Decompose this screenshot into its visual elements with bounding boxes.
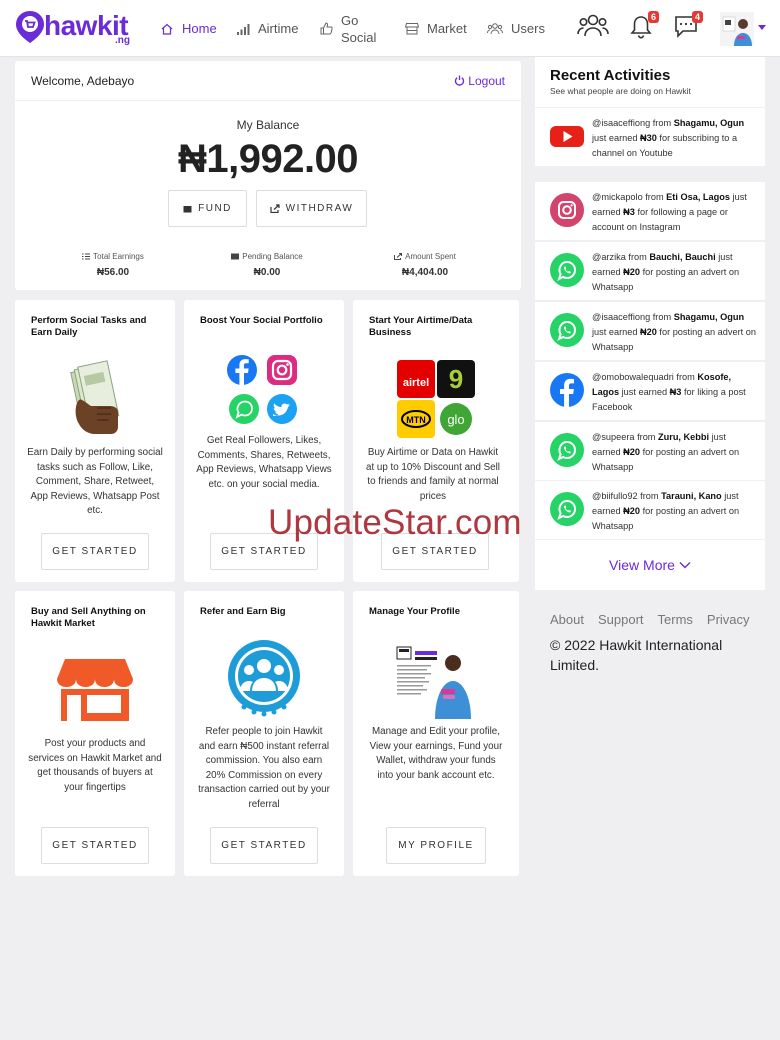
my-profile-button[interactable]: MY PROFILE xyxy=(386,827,486,864)
view-more-link[interactable]: View More xyxy=(535,540,765,590)
stat-total-earnings: Total Earnings ₦56.00 xyxy=(43,252,183,278)
activity-item: @isaaceffiong from Shagamu, Ogun just ea… xyxy=(535,302,765,360)
account-card: Welcome, Adebayo Logout My Balance ₦1,99… xyxy=(15,61,521,290)
share-icon xyxy=(394,253,403,260)
footer-link-about[interactable]: About xyxy=(550,612,584,627)
get-started-button[interactable]: GET STARTED xyxy=(210,827,318,864)
chevron-down-icon xyxy=(758,25,766,30)
home-icon xyxy=(161,23,173,35)
power-icon xyxy=(455,75,465,86)
messages-badge: 4 xyxy=(691,11,703,23)
footer-links: About Support Terms Privacy xyxy=(550,612,750,627)
task-title: Refer and Earn Big xyxy=(200,606,286,617)
stat-value: ₦4,404.00 xyxy=(401,267,449,278)
svg-text:airtel: airtel xyxy=(403,377,429,389)
activity-item: @mickapolo from Eti Osa, Lagos just earn… xyxy=(535,182,765,240)
logo-pin-icon xyxy=(16,11,44,43)
task-title: Start Your Airtime/Data Business xyxy=(369,315,473,338)
whatsapp-icon xyxy=(550,492,584,526)
money-hand-icon xyxy=(70,360,120,434)
task-card-market: Buy and Sell Anything on Hawkit Market P… xyxy=(15,591,175,876)
task-description: Buy Airtime or Data on Hawkit at up to 1… xyxy=(366,447,500,502)
get-started-button[interactable]: GET STARTED xyxy=(41,827,149,864)
activity-item: @biifullo92 from Tarauni, Kano just earn… xyxy=(535,481,765,539)
nav-go-social[interactable]: Go Social xyxy=(320,0,381,57)
wallet-icon xyxy=(231,253,240,260)
storefront-icon xyxy=(57,659,133,721)
facebook-icon xyxy=(550,373,584,407)
nav-airtime[interactable]: Airtime xyxy=(236,0,298,57)
footer-link-privacy[interactable]: Privacy xyxy=(707,612,750,627)
task-card-refer: Refer and Earn Big Refer people to join … xyxy=(184,591,344,876)
balance-amount: ₦1,992.00 xyxy=(177,137,359,181)
recent-activities-title: Recent Activities xyxy=(550,67,671,84)
logout-link[interactable]: Logout xyxy=(454,74,505,88)
signal-icon xyxy=(237,23,250,35)
whatsapp-icon xyxy=(550,253,584,287)
footer-link-support[interactable]: Support xyxy=(598,612,644,627)
activity-item: @arzika from Bauchi, Bauchi just earned … xyxy=(535,242,765,300)
instagram-icon xyxy=(550,193,584,227)
store-icon xyxy=(405,23,419,35)
referral-group-icon xyxy=(228,640,300,717)
nav-users[interactable]: Users xyxy=(487,0,545,57)
withdraw-button[interactable]: WITHDRAW xyxy=(256,190,367,227)
task-title: Buy and Sell Anything on Hawkit Market xyxy=(31,606,146,629)
youtube-icon xyxy=(550,126,584,147)
task-title: Boost Your Social Portfolio xyxy=(200,315,323,326)
stat-amount-spent: Amount Spent ₦4,404.00 xyxy=(355,252,495,278)
task-card-profile: Manage Your Profile Manage and Edit your… xyxy=(353,591,519,876)
nav-home[interactable]: Home xyxy=(160,0,217,57)
chevron-down-icon xyxy=(679,562,691,569)
task-description: Manage and Edit your profile, View your … xyxy=(369,726,503,781)
stat-pending-balance: Pending Balance ₦0.00 xyxy=(197,252,337,278)
logo-suffix: .ng xyxy=(115,35,130,46)
task-description: Earn Daily by performing social tasks su… xyxy=(27,447,163,516)
recent-activities-header: Recent Activities See what people are do… xyxy=(535,57,765,107)
balance-label: My Balance xyxy=(236,118,300,132)
svg-text:glo: glo xyxy=(447,412,464,427)
wallet-icon xyxy=(183,205,192,212)
activity-item: @isaaceffiong from Shagamu, Ogun just ea… xyxy=(535,108,765,166)
task-description: Refer people to join Hawkit and earn ₦50… xyxy=(198,726,330,810)
task-description: Post your products and services on Hawki… xyxy=(28,738,162,793)
footer-link-terms[interactable]: Terms xyxy=(658,612,693,627)
get-started-button[interactable]: GET STARTED xyxy=(41,533,149,570)
notifications-button[interactable]: 6 xyxy=(630,11,659,42)
community-button[interactable] xyxy=(577,12,609,40)
telecom-logos-icon: airtel 9 MTN glo xyxy=(397,360,475,438)
task-description: Get Real Followers, Likes, Comments, Sha… xyxy=(196,435,332,490)
profile-menu[interactable] xyxy=(720,12,768,46)
social-logos-icon xyxy=(227,355,297,424)
stat-value: ₦56.00 xyxy=(96,267,130,278)
welcome-text: Welcome, Adebayo xyxy=(31,73,135,88)
stat-value: ₦0.00 xyxy=(253,267,281,278)
share-icon xyxy=(270,204,280,213)
messages-button[interactable]: 4 xyxy=(674,11,703,42)
nav-market[interactable]: Market xyxy=(405,0,467,57)
svg-text:MTN: MTN xyxy=(406,415,426,425)
people-group-icon xyxy=(577,14,609,37)
hawkit-logo[interactable]: hawkit .ng xyxy=(14,10,134,46)
task-title: Perform Social Tasks and Earn Daily xyxy=(31,315,147,338)
task-title: Manage Your Profile xyxy=(369,606,460,617)
activity-item: @omobowalequadri from Kosofe, Lagos just… xyxy=(535,362,765,420)
welcome-row: Welcome, Adebayo Logout xyxy=(15,61,521,101)
fund-button[interactable]: FUND xyxy=(168,190,247,227)
whatsapp-icon xyxy=(550,313,584,347)
profile-flyer-icon xyxy=(395,641,475,719)
watermark: UpdateStar.com xyxy=(268,503,522,542)
activity-item: @supeera from Zuru, Kebbi just earned ₦2… xyxy=(535,422,765,480)
recent-activities-subtitle: See what people are doing on Hawkit xyxy=(550,86,691,96)
users-icon xyxy=(487,23,503,35)
list-icon xyxy=(82,253,91,260)
notifications-badge: 6 xyxy=(647,11,659,23)
thumbs-up-icon xyxy=(320,22,333,35)
copyright-text: © 2022 Hawkit International Limited. xyxy=(550,637,723,673)
whatsapp-icon xyxy=(550,433,584,467)
avatar xyxy=(720,12,754,46)
task-card-social-tasks: Perform Social Tasks and Earn Daily Earn… xyxy=(15,300,175,582)
svg-text:9: 9 xyxy=(449,364,463,394)
top-navbar: hawkit .ng Home Airtime Go Social Market… xyxy=(0,0,780,57)
